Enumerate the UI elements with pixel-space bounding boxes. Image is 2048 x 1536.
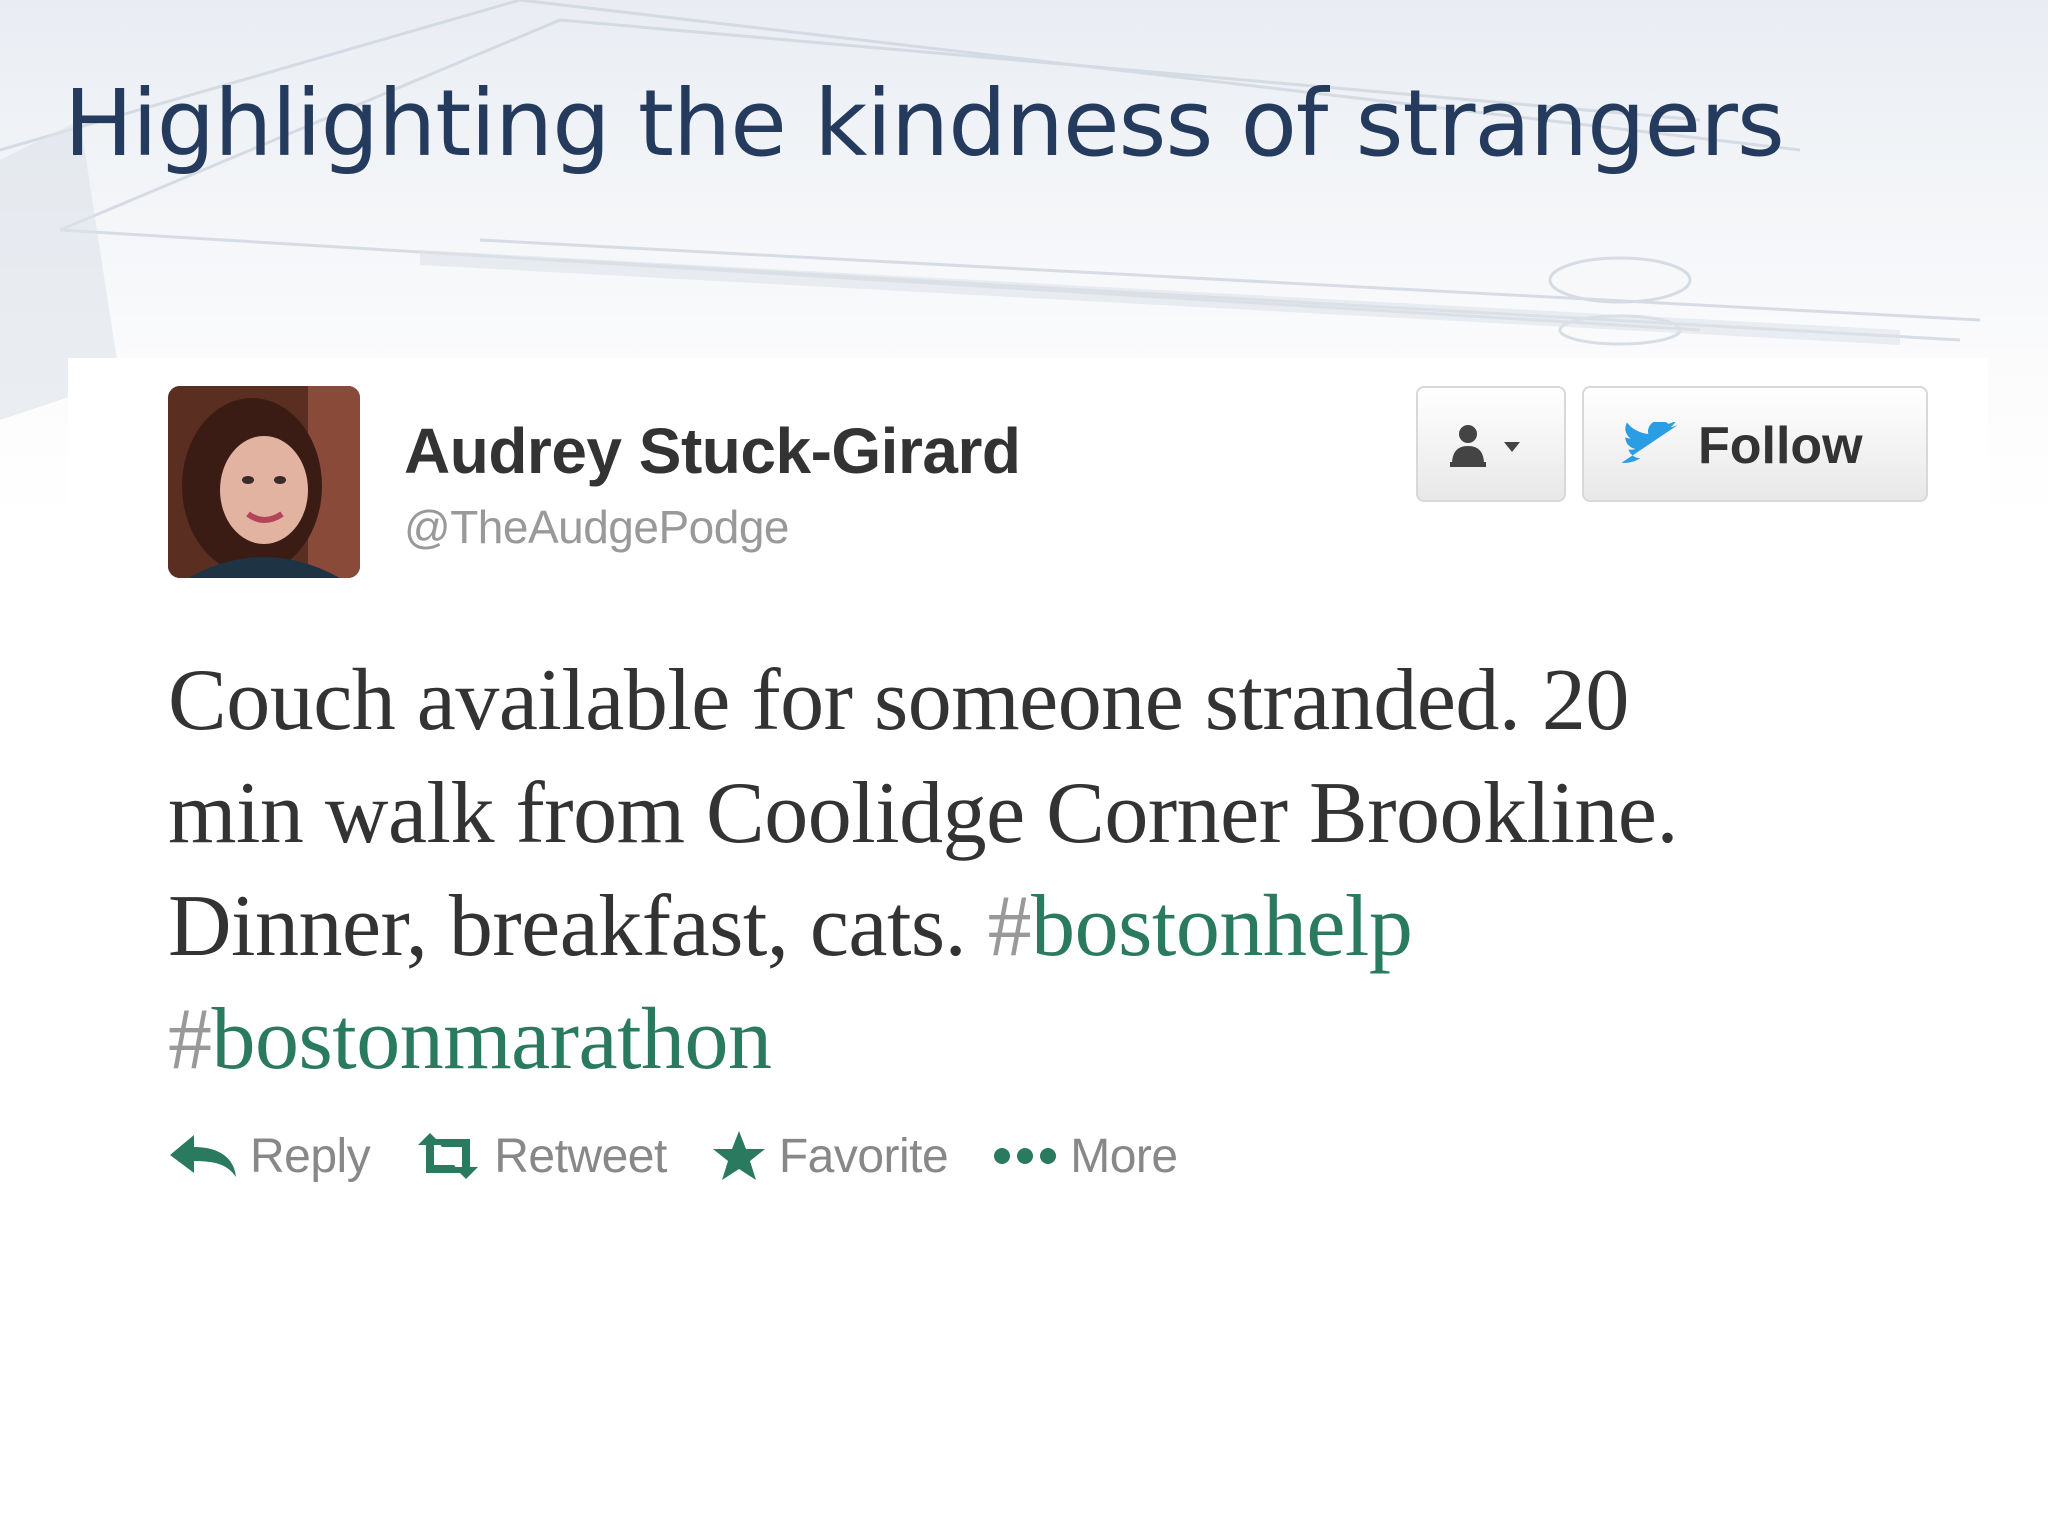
reply-button[interactable]: Reply bbox=[168, 1129, 371, 1184]
tweet-text-line: min walk from Coolidge Corner Brookline. bbox=[168, 765, 1679, 862]
tweet-text-line: Couch available for someone stranded. 20 bbox=[168, 652, 1629, 749]
hashtag-mark: # bbox=[987, 878, 1032, 975]
tweet-actions: Reply Retweet Favorite More bbox=[168, 1124, 1222, 1188]
ellipsis-icon bbox=[994, 1148, 1057, 1164]
more-button[interactable]: More bbox=[992, 1129, 1178, 1184]
follow-label: Follow bbox=[1698, 417, 1863, 475]
retweet-button[interactable]: Retweet bbox=[414, 1129, 667, 1184]
tweet-text-line: Dinner, breakfast, cats. #bostonhelp bbox=[168, 870, 1928, 983]
retweet-icon bbox=[418, 1133, 479, 1179]
avatar-photo-icon bbox=[168, 386, 360, 578]
person-dropdown-icon bbox=[1450, 425, 1520, 467]
retweet-label: Retweet bbox=[494, 1129, 667, 1183]
user-handle[interactable]: @TheAudgePodge bbox=[404, 500, 790, 554]
twitter-bird-icon bbox=[1621, 422, 1679, 463]
favorite-button[interactable]: Favorite bbox=[711, 1129, 949, 1184]
tweet-text-segment: Dinner, breakfast, cats. bbox=[168, 878, 988, 975]
star-icon bbox=[712, 1131, 765, 1180]
favorite-label: Favorite bbox=[778, 1129, 949, 1183]
tweet-card: Audrey Stuck-Girard @TheAudgePodge Follo… bbox=[68, 358, 1988, 1508]
slide-title: Highlighting the kindness of strangers bbox=[64, 70, 1785, 177]
hashtag-mark: # bbox=[168, 991, 212, 1088]
hashtag-link-bostonmarathon[interactable]: bostonmarathon bbox=[212, 991, 773, 1088]
tweet-text-line: #bostonmarathon bbox=[168, 983, 1928, 1096]
device-illustration bbox=[0, 0, 1981, 420]
reply-label: Reply bbox=[250, 1129, 371, 1183]
display-name[interactable]: Audrey Stuck-Girard bbox=[404, 414, 1021, 488]
more-label: More bbox=[1070, 1129, 1178, 1183]
follow-button[interactable]: Follow bbox=[1582, 386, 1928, 502]
user-actions-button[interactable] bbox=[1416, 386, 1566, 502]
tweet-text: Couch available for someone stranded. 20… bbox=[168, 644, 1928, 1096]
avatar[interactable] bbox=[168, 386, 360, 578]
reply-arrow-icon bbox=[170, 1135, 236, 1177]
hashtag-link-bostonhelp[interactable]: bostonhelp bbox=[1031, 878, 1413, 975]
